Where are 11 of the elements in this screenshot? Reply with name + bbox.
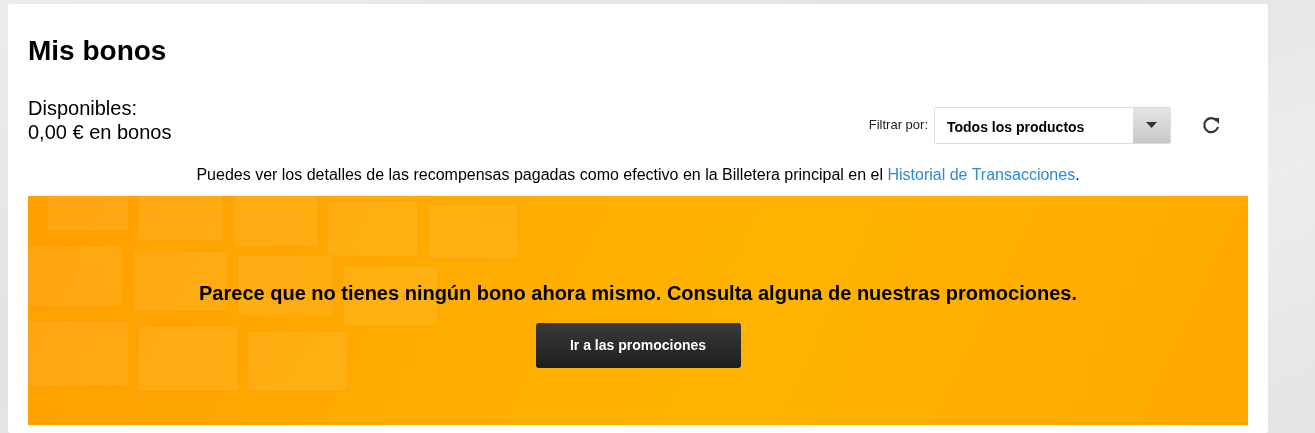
info-text: Puedes ver los detalles de las recompensas pagadas como efectivo en la Billetera principal en el Historial de Transacciones. — [195, 164, 1081, 185]
caret-icon — [1146, 122, 1157, 129]
page-title: Mis bonos — [28, 34, 168, 68]
filter-label: Filtrar por: — [868, 116, 928, 135]
balance-label: Disponibles: — [28, 95, 138, 120]
refresh-icon[interactable] — [1201, 115, 1221, 136]
promotions-button[interactable]: Ir a las promociones — [535, 322, 741, 368]
transaction-history-link[interactable]: Historial de Transacciones — [887, 165, 1076, 183]
product-filter-dropdown[interactable]: Todos los productos — [934, 106, 1171, 144]
no-bonus-message: Parece que no tienes ningún bono ahora mismo. Consulta alguna de nuestras promociones. — [198, 280, 1078, 306]
balance-amount: 0,00 € en bonos — [28, 119, 172, 144]
